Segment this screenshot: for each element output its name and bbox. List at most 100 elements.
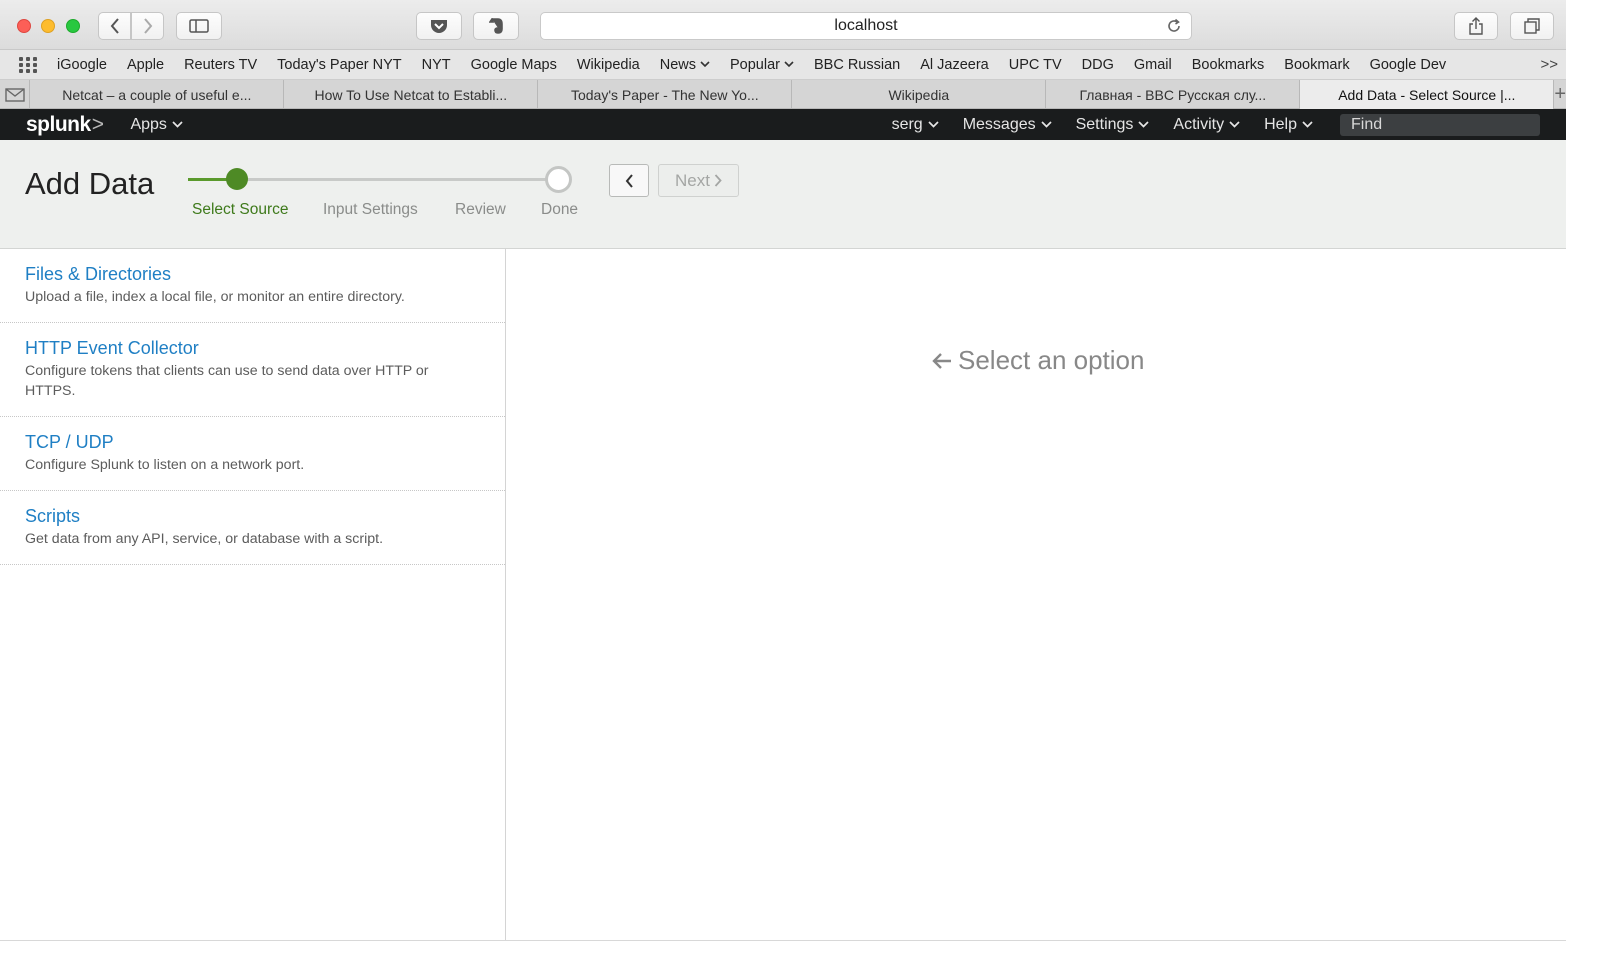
logo-mark: >	[91, 112, 104, 136]
activity-menu-label: Activity	[1173, 115, 1225, 133]
bookmark-google-maps[interactable]: Google Maps	[471, 57, 557, 73]
navbar-right: serg Messages Settings Activity Help Fin…	[892, 109, 1540, 140]
bookmark-wikipedia[interactable]: Wikipedia	[577, 57, 640, 73]
step-dot-done	[545, 166, 572, 193]
wizard-back-button[interactable]	[609, 164, 649, 197]
close-window-button[interactable]	[17, 19, 31, 33]
select-option-text: Select an option	[958, 345, 1145, 375]
source-option-files-directories[interactable]: Files & Directories Upload a file, index…	[0, 249, 505, 323]
chevron-down-icon	[1229, 121, 1240, 128]
step-dot-select-source	[226, 168, 248, 190]
bookmark-google-dev[interactable]: Google Dev	[1370, 57, 1447, 73]
chevron-right-icon	[143, 18, 152, 34]
chevron-left-icon	[625, 173, 633, 188]
page-title: Add Data	[25, 166, 155, 201]
splunk-navbar: splunk> Apps serg Messages Settings Acti…	[0, 109, 1566, 140]
tab-wikipedia[interactable]: Wikipedia	[792, 80, 1047, 109]
bookmark-folder-label: News	[659, 56, 696, 73]
user-menu[interactable]: serg	[892, 116, 939, 134]
apps-menu-label: Apps	[130, 115, 167, 133]
step-label-review: Review	[455, 201, 506, 218]
chevron-down-icon	[1041, 121, 1052, 128]
source-list: Files & Directories Upload a file, index…	[0, 249, 506, 940]
next-button-label: Next	[675, 170, 710, 190]
bookmarks-overflow-button[interactable]: >>	[1540, 56, 1558, 73]
minimize-window-button[interactable]	[41, 19, 55, 33]
source-description: Configure tokens that clients can use to…	[25, 363, 429, 399]
sidebar-icon	[189, 19, 209, 33]
back-nav-button[interactable]	[98, 12, 131, 40]
tab-add-data[interactable]: Add Data - Select Source |...	[1300, 80, 1555, 109]
mail-icon	[4, 87, 25, 102]
zoom-window-button[interactable]	[66, 19, 80, 33]
settings-menu[interactable]: Settings	[1076, 116, 1150, 134]
detail-panel: Select an option	[507, 249, 1566, 940]
bookmark-al-jazeera[interactable]: Al Jazeera	[920, 57, 989, 73]
evernote-button[interactable]	[473, 12, 519, 40]
help-menu[interactable]: Help	[1264, 116, 1313, 134]
source-title[interactable]: HTTP Event Collector	[25, 338, 480, 358]
bookmark-bookmark[interactable]: Bookmark	[1284, 57, 1349, 73]
url-text: localhost	[834, 17, 898, 34]
wizard-header: Add Data Select Source Input Settings Re…	[0, 140, 1566, 249]
messages-menu-label: Messages	[962, 115, 1036, 133]
share-button[interactable]	[1454, 12, 1498, 40]
step-label-done: Done	[541, 201, 579, 218]
source-title[interactable]: Scripts	[25, 506, 480, 526]
tab-netcat-howto[interactable]: How To Use Netcat to Establi...	[284, 80, 539, 109]
bookmark-igoogle[interactable]: iGoogle	[57, 57, 107, 73]
new-tab-button[interactable]: +	[1554, 80, 1566, 108]
reload-icon[interactable]	[1166, 18, 1182, 34]
bookmark-bbc-russian[interactable]: BBC Russian	[814, 57, 900, 73]
step-label-input-settings: Input Settings	[323, 201, 418, 218]
bookmark-folder-news[interactable]: News	[660, 57, 710, 73]
chevron-left-icon	[110, 18, 119, 34]
select-option-hint: Select an option	[932, 345, 1144, 376]
activity-menu[interactable]: Activity	[1173, 116, 1240, 134]
chevron-right-icon	[714, 174, 722, 187]
source-option-tcp-udp[interactable]: TCP / UDP Configure Splunk to listen on …	[0, 417, 505, 491]
browser-toolbar: localhost	[0, 0, 1566, 50]
stepper-remaining-track	[238, 178, 558, 181]
bookmark-apple[interactable]: Apple	[127, 57, 164, 73]
window-edge	[1566, 0, 1600, 960]
step-label-select-source: Select Source	[192, 201, 289, 218]
messages-menu[interactable]: Messages	[963, 116, 1052, 134]
chevron-down-icon	[700, 61, 710, 68]
sidebar-toggle-button[interactable]	[176, 12, 222, 40]
splunk-logo[interactable]: splunk>	[26, 112, 104, 137]
bookmark-folder-popular[interactable]: Popular	[730, 57, 794, 73]
show-tabs-button[interactable]	[1510, 12, 1554, 40]
pocket-button[interactable]	[416, 12, 462, 40]
tab-bbc-russian[interactable]: Главная - BBC Русская слу...	[1046, 80, 1301, 109]
tabs-overview-icon	[1524, 18, 1540, 34]
bookmark-bookmarks[interactable]: Bookmarks	[1192, 57, 1265, 73]
find-input[interactable]: Find	[1340, 113, 1540, 136]
address-bar[interactable]: localhost	[540, 12, 1192, 40]
chevron-down-icon	[1302, 121, 1313, 128]
forward-nav-button[interactable]	[131, 12, 164, 40]
source-title[interactable]: Files & Directories	[25, 264, 480, 284]
wizard-stepper: Select Source Input Settings Review Done	[188, 166, 588, 246]
bookmark-todays-paper-nyt[interactable]: Today's Paper NYT	[277, 57, 401, 73]
source-description: Upload a file, index a local file, or mo…	[25, 289, 405, 305]
source-option-scripts[interactable]: Scripts Get data from any API, service, …	[0, 491, 505, 565]
grid-icon[interactable]	[19, 56, 41, 73]
tab-nyt-paper[interactable]: Today's Paper - The New Yo...	[538, 80, 793, 109]
source-title[interactable]: TCP / UDP	[25, 432, 480, 452]
arrow-left-icon	[932, 352, 951, 369]
chevron-down-icon	[1138, 121, 1150, 128]
evernote-icon	[489, 18, 503, 34]
bookmark-upc-tv[interactable]: UPC TV	[1009, 57, 1062, 73]
source-option-http-event-collector[interactable]: HTTP Event Collector Configure tokens th…	[0, 323, 505, 417]
bookmark-gmail[interactable]: Gmail	[1134, 57, 1172, 73]
bookmark-nyt[interactable]: NYT	[422, 57, 451, 73]
chevron-down-icon	[928, 121, 939, 128]
wizard-next-button[interactable]: Next	[658, 164, 739, 197]
window-bottom-edge	[0, 940, 1566, 960]
pinned-mail-tab[interactable]	[0, 80, 31, 109]
apps-menu[interactable]: Apps	[130, 115, 183, 134]
bookmark-ddg[interactable]: DDG	[1082, 57, 1114, 73]
bookmark-reuters-tv[interactable]: Reuters TV	[184, 57, 257, 73]
tab-netcat[interactable]: Netcat – a couple of useful e...	[30, 80, 285, 109]
